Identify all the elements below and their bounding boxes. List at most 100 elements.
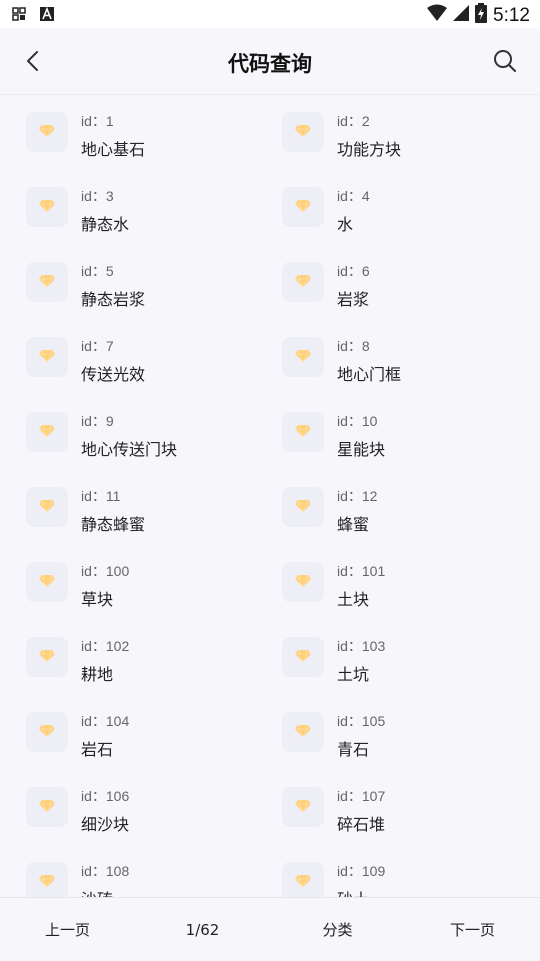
- item-name: 细沙块: [81, 815, 130, 834]
- diamond-icon: [39, 123, 55, 142]
- list-item[interactable]: id：2 功能方块: [282, 95, 538, 170]
- item-id: id：12: [337, 488, 378, 504]
- item-name: 碎石堆: [337, 815, 386, 834]
- app-bar: 代码查询: [0, 28, 540, 95]
- list-item[interactable]: id：106 细沙块: [26, 770, 282, 845]
- list-item[interactable]: id：6 岩浆: [282, 245, 538, 320]
- item-icon-tile: [282, 187, 324, 227]
- list-item[interactable]: id：3 静态水: [26, 170, 282, 245]
- list-item[interactable]: id：7 传送光效: [26, 320, 282, 395]
- item-id: id：101: [337, 563, 386, 579]
- item-icon-tile: [26, 112, 68, 152]
- diamond-icon: [295, 273, 311, 292]
- list-item[interactable]: id：102 耕地: [26, 620, 282, 695]
- diamond-icon: [39, 648, 55, 667]
- list-item[interactable]: id：12 蜂蜜: [282, 470, 538, 545]
- status-time: 5:12: [493, 4, 530, 26]
- next-page-button[interactable]: 下一页: [433, 919, 513, 940]
- item-id: id：103: [337, 638, 386, 654]
- item-icon-tile: [26, 262, 68, 302]
- signal-icon: [453, 4, 470, 27]
- list-item[interactable]: id：9 地心传送门块: [26, 395, 282, 470]
- item-name: 土块: [337, 590, 370, 609]
- diamond-icon: [39, 498, 55, 517]
- list-item[interactable]: id：103 土坑: [282, 620, 538, 695]
- item-icon-tile: [26, 337, 68, 377]
- item-id: id：4: [337, 188, 370, 204]
- list-item[interactable]: id：108 沙砖: [26, 845, 282, 897]
- diamond-icon: [295, 423, 311, 442]
- diamond-icon: [39, 573, 55, 592]
- item-icon-tile: [26, 787, 68, 827]
- list-item[interactable]: id：1 地心基石: [26, 95, 282, 170]
- category-button[interactable]: 分类: [298, 919, 378, 940]
- item-name: 岩浆: [337, 290, 370, 309]
- item-id: id：106: [81, 788, 130, 804]
- list-item[interactable]: id：101 土块: [282, 545, 538, 620]
- item-icon-tile: [282, 112, 324, 152]
- list-item[interactable]: id：8 地心门框: [282, 320, 538, 395]
- list-item[interactable]: id：11 静态蜂蜜: [26, 470, 282, 545]
- screenshot-icon: [12, 5, 26, 26]
- list-item[interactable]: id：109 砂土: [282, 845, 538, 897]
- item-name: 青石: [337, 740, 370, 759]
- item-id: id：3: [81, 188, 114, 204]
- diamond-icon: [39, 198, 55, 217]
- item-icon-tile: [282, 412, 324, 452]
- list-item[interactable]: id：4 水: [282, 170, 538, 245]
- diamond-icon: [39, 348, 55, 367]
- diamond-icon: [39, 873, 55, 892]
- bottom-bar: 上一页 1/62 分类 下一页: [0, 897, 540, 961]
- item-icon-tile: [26, 637, 68, 677]
- item-icon-tile: [26, 562, 68, 602]
- diamond-icon: [295, 198, 311, 217]
- diamond-icon: [39, 723, 55, 742]
- item-id: id：108: [81, 863, 130, 879]
- list-item[interactable]: id：107 碎石堆: [282, 770, 538, 845]
- list-item[interactable]: id：10 星能块: [282, 395, 538, 470]
- list-item[interactable]: id：5 静态岩浆: [26, 245, 282, 320]
- item-name: 耕地: [81, 665, 114, 684]
- item-icon-tile: [282, 787, 324, 827]
- item-id: id：107: [337, 788, 386, 804]
- item-id: id：5: [81, 263, 114, 279]
- code-list[interactable]: id：1 地心基石 id：2 功能方块 id：3 静态水 id：4 水 id：5 静态岩浆 id：6…: [0, 95, 540, 897]
- list-item[interactable]: id：104 岩石: [26, 695, 282, 770]
- item-name: 静态水: [81, 215, 130, 234]
- item-id: id：10: [337, 413, 378, 429]
- diamond-icon: [295, 873, 311, 892]
- item-name: 地心门框: [337, 365, 402, 384]
- item-icon-tile: [282, 712, 324, 752]
- item-icon-tile: [282, 487, 324, 527]
- item-id: id：2: [337, 113, 370, 129]
- diamond-icon: [39, 423, 55, 442]
- diamond-icon: [39, 273, 55, 292]
- diamond-icon: [295, 498, 311, 517]
- item-id: id：109: [337, 863, 386, 879]
- item-id: id：8: [337, 338, 370, 354]
- item-icon-tile: [26, 487, 68, 527]
- list-item[interactable]: id：100 草块: [26, 545, 282, 620]
- item-name: 沙砖: [81, 886, 113, 897]
- item-icon-tile: [26, 862, 68, 897]
- diamond-icon: [295, 348, 311, 367]
- item-name: 土坑: [337, 665, 370, 684]
- item-icon-tile: [282, 862, 324, 897]
- item-icon-tile: [282, 562, 324, 602]
- search-icon[interactable]: [492, 48, 518, 74]
- diamond-icon: [295, 648, 311, 667]
- item-name: 静态蜂蜜: [81, 515, 146, 534]
- item-id: id：1: [81, 113, 114, 129]
- item-name: 砂土: [337, 886, 369, 897]
- item-id: id：7: [81, 338, 114, 354]
- diamond-icon: [295, 123, 311, 142]
- list-item[interactable]: id：105 青石: [282, 695, 538, 770]
- item-id: id：9: [81, 413, 114, 429]
- a-box-icon: [40, 5, 54, 26]
- item-name: 传送光效: [81, 365, 146, 384]
- prev-page-button[interactable]: 上一页: [28, 919, 108, 940]
- item-name: 水: [337, 215, 354, 234]
- item-icon-tile: [282, 337, 324, 377]
- item-icon-tile: [282, 637, 324, 677]
- item-name: 地心传送门块: [81, 440, 178, 459]
